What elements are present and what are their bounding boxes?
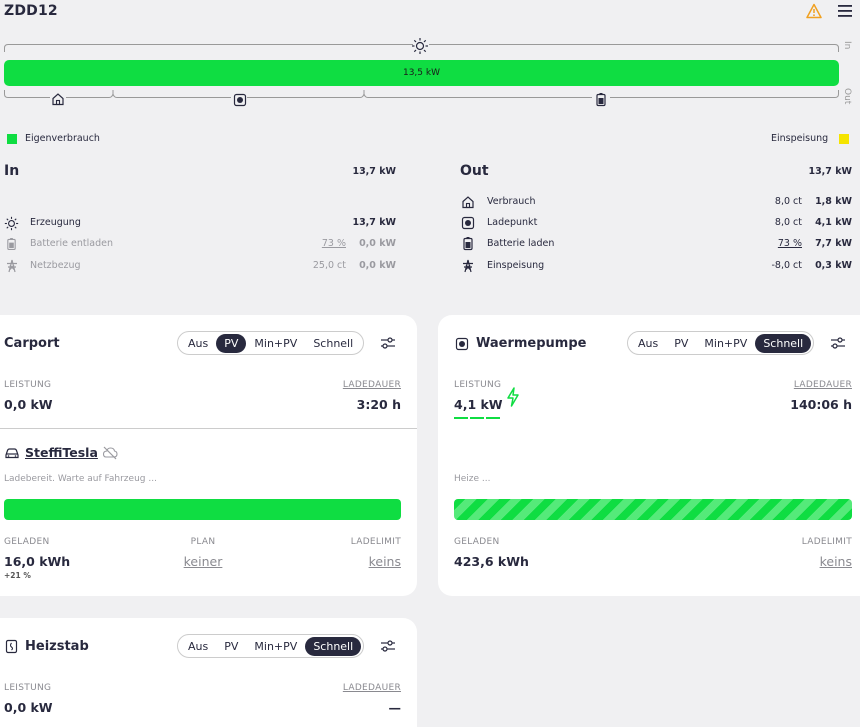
in-axis-label: In: [842, 41, 852, 50]
power-phase-indicator: [454, 417, 468, 419]
out-axis-label: Out: [842, 88, 852, 105]
carport-limit-label: LADELIMIT: [350, 537, 401, 547]
power-phase-indicator: [486, 417, 500, 419]
waermepumpe-charged-label: GELADEN: [454, 537, 500, 547]
mode-schnell-button[interactable]: Schnell: [305, 636, 362, 656]
sun-icon: [412, 38, 428, 54]
legend-feed-swatch: [839, 134, 849, 144]
heizstab-mode-selector: Aus PV Min+PV Schnell: [177, 634, 365, 658]
battery-icon: [463, 237, 473, 251]
carport-plan-label: PLAN: [190, 537, 216, 547]
warning-icon[interactable]: [806, 3, 822, 19]
waermepumpe-power-value: 4,1 kW: [454, 397, 503, 412]
legend-self-label: Eigenverbrauch: [25, 133, 100, 144]
out-row-value: 4,1 kW: [815, 217, 852, 228]
legend-self-swatch: [7, 134, 17, 144]
out-title: Out: [460, 163, 489, 179]
carport-mode-selector: Aus PV Min+PV Schnell: [177, 331, 365, 355]
carport-power-value: 0,0 kW: [4, 397, 53, 412]
heizstab-duration-value: —: [388, 700, 402, 715]
battery-icon: [7, 238, 16, 251]
in-row-value: 13,7 kW: [352, 217, 396, 228]
site-title: ZDD12: [4, 3, 58, 19]
home-icon: [462, 196, 474, 209]
carport-plan-link[interactable]: keiner: [153, 554, 253, 569]
carport-divider: [0, 428, 417, 429]
mode-schnell-button[interactable]: Schnell: [305, 334, 361, 353]
vehicle-name-link[interactable]: SteffiTesla: [25, 445, 98, 460]
carport-charged-label: GELADEN: [4, 537, 50, 547]
lightning-icon: [507, 387, 519, 407]
mode-minpv-button[interactable]: Min+PV: [246, 334, 305, 353]
grid-tower-icon: [463, 259, 473, 273]
waermepumpe-title: Waermepumpe: [476, 336, 587, 351]
car-icon: [5, 448, 19, 459]
carport-title: Carport: [4, 336, 60, 351]
mode-schnell-button[interactable]: Schnell: [755, 333, 812, 353]
in-row-value: 0,0 kW: [359, 260, 396, 271]
out-row-label: Verbrauch: [487, 196, 536, 207]
carport-charged-percent: +21 %: [4, 571, 31, 580]
energy-bar-value: 13,5 kW: [402, 68, 440, 78]
in-row-label: Batterie entladen: [30, 238, 113, 249]
heizstab-duration-label[interactable]: LADEDAUER: [301, 683, 401, 693]
settings-sliders-icon[interactable]: [830, 336, 846, 350]
in-row-label: Erzeugung: [30, 217, 81, 228]
carport-duration-label[interactable]: LADEDAUER: [301, 380, 401, 390]
sun-icon: [4, 216, 19, 231]
energy-bar: 13,5 kW: [4, 60, 839, 86]
battery-icon: [596, 93, 606, 107]
waermepumpe-duration-value: 140:06 h: [790, 397, 852, 412]
carport-status: Ladebereit. Warte auf Fahrzeug ...: [4, 474, 157, 484]
out-row-label: Einspeisung: [487, 260, 545, 271]
out-row-label: Ladepunkt: [487, 217, 538, 228]
mode-aus-button[interactable]: Aus: [180, 334, 216, 353]
in-row-value: 0,0 kW: [359, 238, 396, 249]
in-row-label: Netzbezug: [30, 260, 81, 271]
grid-tower-icon: [7, 259, 17, 273]
waermepumpe-progress-bar: [454, 499, 852, 520]
cloud-off-icon: [102, 446, 118, 460]
waermepumpe-charged-value: 423,6 kWh: [454, 554, 529, 569]
heater-icon: [5, 639, 18, 654]
waermepumpe-limit-link[interactable]: keins: [752, 554, 852, 569]
out-row-label: Batterie laden: [487, 238, 555, 249]
out-row-value: 7,7 kW: [815, 238, 852, 249]
hamburger-menu-icon[interactable]: [838, 5, 852, 17]
heizstab-power-value: 0,0 kW: [4, 700, 53, 715]
heizstab-power-label: LEISTUNG: [4, 683, 52, 693]
waermepumpe-power-label: LEISTUNG: [454, 380, 502, 390]
waermepumpe-limit-label: LADELIMIT: [801, 537, 852, 547]
mode-pv-button[interactable]: PV: [216, 637, 246, 656]
power-phase-indicator: [470, 417, 484, 419]
carport-limit-link[interactable]: keins: [301, 554, 401, 569]
out-row-value: 1,8 kW: [815, 196, 852, 207]
in-total: 13,7 kW: [352, 166, 396, 177]
mode-minpv-button[interactable]: Min+PV: [696, 334, 755, 353]
mode-pv-button[interactable]: PV: [216, 333, 247, 353]
waermepumpe-mode-selector: Aus PV Min+PV Schnell: [627, 331, 815, 355]
carport-progress-bar: [4, 499, 401, 520]
home-icon: [52, 93, 64, 106]
out-total: 13,7 kW: [808, 166, 852, 177]
heizstab-title: Heizstab: [25, 639, 89, 654]
out-row-value: 0,3 kW: [815, 260, 852, 271]
waermepumpe-status: Heize ...: [454, 474, 491, 484]
carport-duration-value: 3:20 h: [356, 397, 401, 412]
outflow-bracket: [4, 90, 839, 98]
carport-charged-value: 16,0 kWh: [4, 554, 71, 569]
mode-minpv-button[interactable]: Min+PV: [246, 637, 305, 656]
mode-pv-button[interactable]: PV: [666, 334, 696, 353]
legend-feed-label: Einspeisung: [771, 133, 829, 144]
charger-icon: [461, 216, 475, 230]
settings-sliders-icon[interactable]: [380, 639, 396, 653]
settings-sliders-icon[interactable]: [380, 336, 396, 350]
mode-aus-button[interactable]: Aus: [180, 637, 216, 656]
charger-icon: [233, 93, 247, 107]
charger-icon: [455, 337, 469, 351]
mode-aus-button[interactable]: Aus: [630, 334, 666, 353]
carport-power-label: LEISTUNG: [4, 380, 52, 390]
waermepumpe-duration-label[interactable]: LADEDAUER: [752, 380, 852, 390]
in-title: In: [4, 163, 20, 179]
